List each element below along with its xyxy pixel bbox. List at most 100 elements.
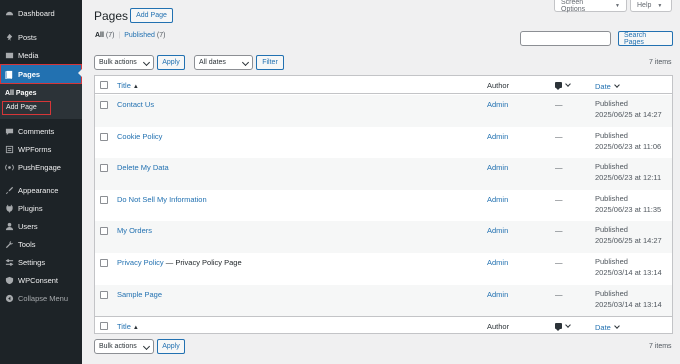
menu-settings[interactable]: Settings <box>0 253 82 271</box>
menu-appearance[interactable]: Appearance <box>0 181 82 199</box>
row-checkbox[interactable] <box>100 132 108 141</box>
author-link[interactable]: Admin <box>487 163 508 172</box>
page-title-link[interactable]: Sample Page <box>117 290 162 299</box>
comments-column-header[interactable] <box>555 81 571 90</box>
author-link[interactable]: Admin <box>487 226 508 235</box>
author-link[interactable]: Admin <box>487 100 508 109</box>
date-filter-select[interactable]: All dates <box>194 55 253 70</box>
row-checkbox[interactable] <box>100 195 108 204</box>
title-column-footer[interactable]: Title ▲ <box>117 322 139 331</box>
bulk-actions-select-bottom[interactable]: Bulk actions <box>94 339 154 354</box>
page-title-link[interactable]: Do Not Sell My Information <box>117 195 207 204</box>
title-column-header[interactable]: Title ▲ <box>117 81 139 90</box>
search-input[interactable] <box>520 31 611 46</box>
chevron-down-icon <box>142 342 151 351</box>
chevron-down-icon <box>565 322 571 328</box>
chevron-down-icon <box>614 323 620 329</box>
menu-tools[interactable]: Tools <box>0 235 82 253</box>
page-title-link[interactable]: Delete My Data <box>117 163 169 172</box>
menu-label: Appearance <box>18 185 59 195</box>
table-row: Cookie Policy Admin — Published 2025/06/23 a… <box>95 127 672 159</box>
apply-button-bottom[interactable]: Apply <box>157 339 185 354</box>
menu-plugins[interactable]: Plugins <box>0 199 82 217</box>
collapse-icon <box>5 294 14 303</box>
date-cell: Published 2025/06/23 at 11:35 <box>595 193 661 215</box>
date-column-header[interactable]: Date <box>595 81 620 92</box>
menu-dashboard[interactable]: Dashboard <box>0 4 82 22</box>
menu-pages[interactable]: Pages <box>0 64 82 84</box>
filter-published[interactable]: Published (7) <box>124 32 165 39</box>
select-all-checkbox[interactable] <box>100 81 108 89</box>
menu-label: Dashboard <box>18 8 55 18</box>
menu-media[interactable]: Media <box>0 46 82 64</box>
page-title-link[interactable]: Cookie Policy <box>117 132 162 141</box>
menu-label: Plugins <box>18 203 43 213</box>
submenu-add-page[interactable]: Add Page <box>2 101 51 115</box>
author-link[interactable]: Admin <box>487 290 508 299</box>
screen-options-label: Screen Options <box>561 0 586 13</box>
publish-status: Published <box>595 162 628 172</box>
submenu-all-pages[interactable]: All Pages <box>0 87 82 101</box>
user-icon <box>5 222 14 231</box>
title-footer-label: Title <box>117 322 131 331</box>
filter-published-count: (7) <box>156 32 166 39</box>
comments-column-footer[interactable] <box>555 322 571 331</box>
select-all-checkbox[interactable] <box>100 322 108 330</box>
menu-label: Collapse Menu <box>18 293 69 303</box>
row-checkbox[interactable] <box>100 290 108 299</box>
row-checkbox[interactable] <box>100 164 108 173</box>
broadcast-icon <box>5 163 14 172</box>
filter-all[interactable]: All (7) <box>95 32 114 39</box>
row-title-cell: Contact Us <box>117 100 154 109</box>
date-cell: Published 2025/03/14 at 13:14 <box>595 288 662 310</box>
menu-posts[interactable]: Posts <box>0 28 82 46</box>
caret-down-icon: ▼ <box>657 2 663 9</box>
bulk-actions-value: Bulk actions <box>99 343 137 350</box>
menu-wpconsent[interactable]: WPConsent <box>0 271 82 289</box>
page-title-link[interactable]: Privacy Policy <box>117 258 164 267</box>
bulk-actions-select[interactable]: Bulk actions <box>94 55 154 70</box>
row-checkbox[interactable] <box>100 101 108 109</box>
menu-wpforms[interactable]: WPForms <box>0 140 82 158</box>
screen-options-tab[interactable]: Screen Options ▼ <box>554 0 627 13</box>
table-row: Privacy Policy — Privacy Policy Page Admi… <box>95 253 672 285</box>
row-checkbox[interactable] <box>100 227 108 236</box>
filter-all-count: (7) <box>105 32 115 39</box>
collapse-menu-button[interactable]: Collapse Menu <box>0 289 82 307</box>
menu-users[interactable]: Users <box>0 217 82 235</box>
publish-status: Published <box>595 288 628 298</box>
help-tab[interactable]: Help ▼ <box>630 0 672 12</box>
table-row: Delete My Data Admin — Published 2025/06/23 … <box>95 158 672 190</box>
author-link[interactable]: Admin <box>487 195 508 204</box>
menu-comments[interactable]: Comments <box>0 122 82 140</box>
publish-date: 2025/06/23 at 12:11 <box>595 173 662 183</box>
author-link[interactable]: Admin <box>487 258 508 267</box>
filter-published-label: Published <box>124 32 155 39</box>
date-cell: Published 2025/06/25 at 14:27 <box>595 224 662 246</box>
page-title-link[interactable]: My Orders <box>117 226 152 235</box>
menu-pushengage[interactable]: PushEngage <box>0 158 82 176</box>
page-title-link[interactable]: Contact Us <box>117 100 154 109</box>
row-title-cell: Sample Page <box>117 290 162 299</box>
date-cell: Published 2025/06/23 at 12:11 <box>595 161 661 183</box>
pages-table: Title ▲ Author Date Contact Us Admin — Publi… <box>94 75 673 334</box>
search-pages-button[interactable]: Search Pages <box>618 31 673 46</box>
comment-bubble-icon <box>555 323 562 331</box>
main-content: Screen Options ▼ Help ▼ Pages Add Page A… <box>82 0 680 364</box>
menu-label: Pages <box>18 69 41 79</box>
row-checkbox[interactable] <box>100 259 108 267</box>
row-title-cell: Delete My Data <box>117 163 169 172</box>
author-link[interactable]: Admin <box>487 132 508 141</box>
add-page-button[interactable]: Add Page <box>130 8 173 23</box>
filter-button[interactable]: Filter <box>256 55 284 70</box>
date-header-label: Date <box>595 82 611 91</box>
publish-status: Published <box>595 225 628 235</box>
menu-label: Media <box>18 50 39 60</box>
apply-button[interactable]: Apply <box>157 55 185 70</box>
date-column-footer[interactable]: Date <box>595 322 620 333</box>
table-header: Title ▲ Author Date <box>95 76 672 94</box>
chevron-down-icon <box>241 58 250 67</box>
table-footer: Title ▲ Author Date <box>95 316 672 334</box>
table-row: Sample Page Admin — Published 2025/03/14 at … <box>95 284 672 317</box>
title-header-label: Title <box>117 81 131 90</box>
